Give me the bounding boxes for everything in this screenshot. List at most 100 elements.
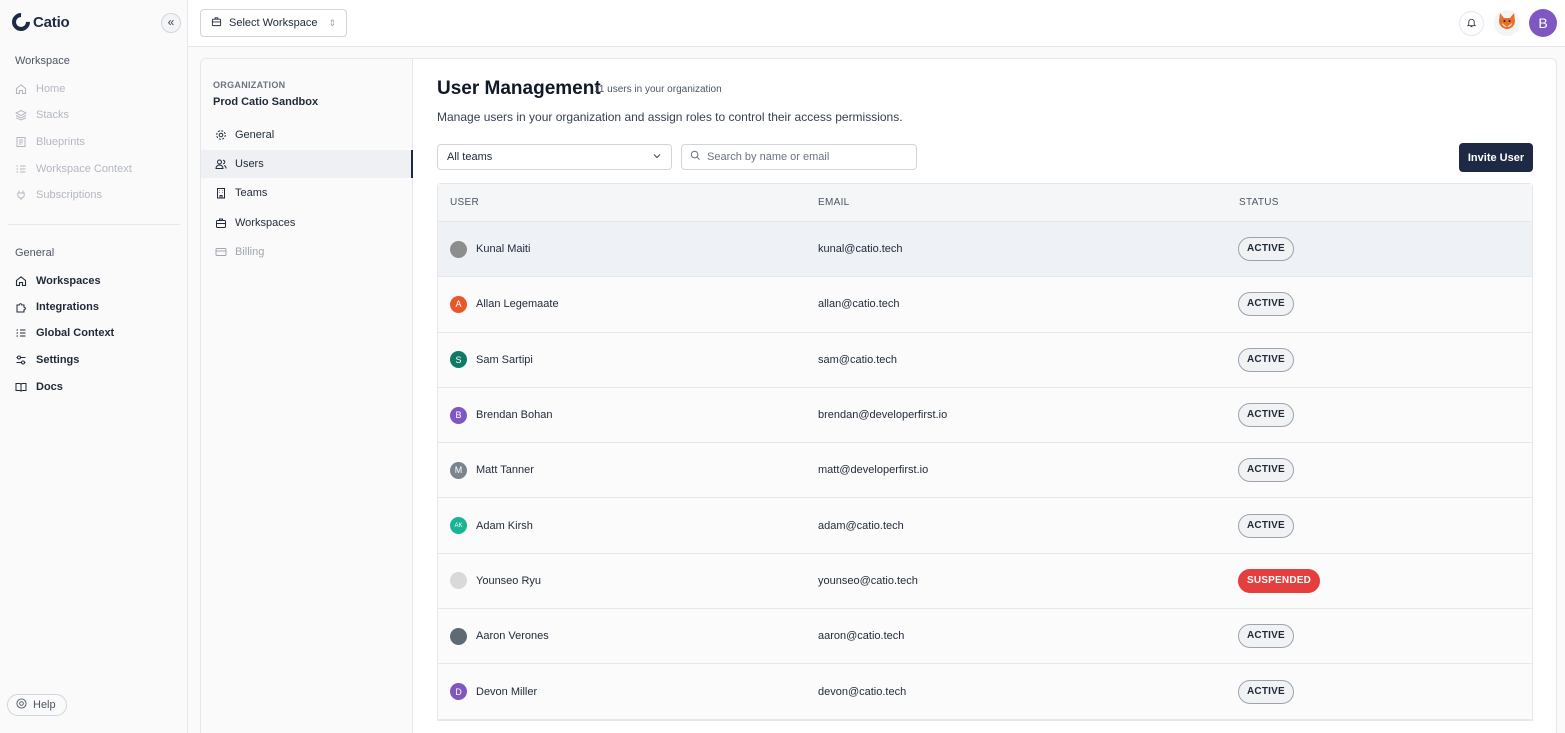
sidebar-item-label: Subscriptions xyxy=(36,189,103,201)
table-header: USER EMAIL STATUS xyxy=(438,184,1532,222)
sidebar-item-subscriptions[interactable]: Subscriptions xyxy=(15,187,102,203)
user-avatar-icon xyxy=(450,240,467,258)
status-cell: ACTIVE xyxy=(1238,237,1532,262)
sidebar-item-label: Integrations xyxy=(36,301,99,313)
search-input[interactable] xyxy=(707,151,907,163)
column-header-status[interactable]: STATUS xyxy=(1238,197,1532,208)
invite-user-button[interactable]: Invite User xyxy=(1459,143,1533,172)
help-label: Help xyxy=(33,699,56,711)
users-table: USER EMAIL STATUS Kunal Maiti kunal@cati… xyxy=(437,183,1533,721)
user-email: adam@catio.tech xyxy=(818,519,904,532)
user-avatar-icon: A xyxy=(450,295,467,313)
user-name: Kunal Maiti xyxy=(476,243,531,256)
status-cell: ACTIVE xyxy=(1238,347,1532,372)
user-name: Devon Miller xyxy=(476,685,538,698)
user-email: devon@catio.tech xyxy=(818,685,907,698)
workspace-selector[interactable]: Select Workspace ⇕ xyxy=(200,9,347,37)
user-cell: B Brendan Bohan xyxy=(438,406,818,424)
status-badge: ACTIVE xyxy=(1238,237,1294,262)
sidebar-item-integrations[interactable]: Integrations xyxy=(15,299,99,315)
status-cell: ACTIVE xyxy=(1238,403,1532,428)
table-row[interactable]: AK Adam Kirsh adam@catio.tech ACTIVE xyxy=(438,498,1532,554)
status-badge: SUSPENDED xyxy=(1238,568,1321,593)
column-header-user[interactable]: USER xyxy=(438,197,818,208)
user-email: brendan@developerfirst.io xyxy=(818,409,948,422)
user-name: Allan Legemaate xyxy=(476,298,559,311)
user-avatar-icon xyxy=(450,572,467,590)
table-row[interactable]: Aaron Verones aaron@catio.tech ACTIVE xyxy=(438,609,1532,665)
user-name: Younseo Ryu xyxy=(476,574,542,587)
status-cell: ACTIVE xyxy=(1238,292,1532,317)
org-nav-label: Billing xyxy=(235,246,265,258)
column-header-email[interactable]: EMAIL xyxy=(818,197,1238,208)
table-row[interactable]: M Matt Tanner matt@developerfirst.io ACT… xyxy=(438,443,1532,499)
status-cell: ACTIVE xyxy=(1238,679,1532,704)
user-name: Sam Sartipi xyxy=(476,353,533,366)
sidebar-item-label: Global Context xyxy=(36,327,115,339)
org-avatar[interactable] xyxy=(1494,10,1520,36)
updown-chevron-icon: ⇕ xyxy=(328,17,336,28)
plug-icon xyxy=(15,189,27,201)
org-nav-workspaces[interactable]: Workspaces xyxy=(201,209,413,237)
org-nav-teams[interactable]: Teams xyxy=(201,179,413,207)
catio-logo-icon xyxy=(8,9,34,35)
main-panel: ORGANIZATION Prod Catio Sandbox General … xyxy=(200,58,1557,733)
user-name: Brendan Bohan xyxy=(476,409,553,422)
sidebar-item-stacks[interactable]: Stacks xyxy=(15,107,69,123)
org-nav-label: Users xyxy=(235,158,264,170)
status-badge: ACTIVE xyxy=(1238,403,1294,428)
users-icon xyxy=(215,158,227,170)
user-email: allan@catio.tech xyxy=(818,298,900,311)
general-section-title: General xyxy=(15,247,55,259)
search-icon xyxy=(690,148,701,166)
table-row[interactable]: B Brendan Bohan brendan@developerfirst.i… xyxy=(438,387,1532,444)
table-row[interactable]: S Sam Sartipi sam@catio.tech ACTIVE xyxy=(438,332,1532,388)
gear-icon xyxy=(215,129,227,141)
catio-logo[interactable]: Catio xyxy=(8,9,70,35)
table-body: Kunal Maiti kunal@catio.tech ACTIVE A Al… xyxy=(438,222,1532,720)
org-name: Prod Catio Sandbox xyxy=(213,96,319,108)
user-email: aaron@catio.tech xyxy=(818,630,905,643)
sidebar-item-label: Home xyxy=(36,83,66,95)
table-row[interactable]: A Allan Legemaate allan@catio.tech ACTIV… xyxy=(438,277,1532,333)
page-title: User Management xyxy=(437,78,601,99)
user-cell: Kunal Maiti xyxy=(438,240,818,258)
help-button[interactable]: Help xyxy=(7,694,67,716)
sidebar-item-home[interactable]: Home xyxy=(15,81,65,97)
page-description: Manage users in your organization and as… xyxy=(437,110,903,124)
user-avatar-icon: M xyxy=(450,461,467,479)
org-nav-users[interactable]: Users xyxy=(201,150,413,178)
collapse-sidebar-button[interactable]: « xyxy=(161,13,181,33)
org-nav-billing[interactable]: Billing xyxy=(201,238,413,266)
user-name: Adam Kirsh xyxy=(476,519,533,532)
puzzle-icon xyxy=(15,301,27,313)
table-row[interactable]: D Devon Miller devon@catio.tech ACTIVE xyxy=(438,664,1532,720)
app-name: Catio xyxy=(33,13,70,31)
sidebar-item-blueprints[interactable]: Blueprints xyxy=(15,134,85,150)
sidebar-item-workspace-context[interactable]: Workspace Context xyxy=(15,161,132,177)
status-badge: ACTIVE xyxy=(1238,292,1294,317)
user-count: 11 users in your organization xyxy=(594,84,722,95)
status-cell: ACTIVE xyxy=(1238,624,1532,649)
org-nav-general[interactable]: General xyxy=(201,121,413,149)
sidebar-item-global-context[interactable]: Global Context xyxy=(15,325,114,341)
sidebar-item-workspaces[interactable]: Workspaces xyxy=(15,273,101,289)
notifications-button[interactable] xyxy=(1459,11,1484,36)
sidebar-item-settings[interactable]: Settings xyxy=(15,352,79,368)
list-icon xyxy=(15,327,27,339)
search-box xyxy=(681,144,917,170)
user-email: sam@catio.tech xyxy=(818,353,898,366)
status-badge: ACTIVE xyxy=(1238,347,1294,372)
user-avatar-icon: AK xyxy=(450,517,467,535)
user-avatar[interactable]: B xyxy=(1529,9,1557,37)
status-cell: ACTIVE xyxy=(1238,513,1532,538)
user-cell: A Allan Legemaate xyxy=(438,295,818,313)
table-row[interactable]: Younseo Ryu younseo@catio.tech SUSPENDED xyxy=(438,553,1532,610)
table-row[interactable]: Kunal Maiti kunal@catio.tech ACTIVE xyxy=(438,222,1532,278)
sidebar-item-label: Workspaces xyxy=(36,275,101,287)
help-icon xyxy=(16,698,27,712)
team-filter-select[interactable]: All teams xyxy=(437,144,672,170)
status-cell: SUSPENDED xyxy=(1238,568,1532,593)
status-badge: ACTIVE xyxy=(1238,513,1294,538)
sidebar-item-docs[interactable]: Docs xyxy=(15,379,63,395)
